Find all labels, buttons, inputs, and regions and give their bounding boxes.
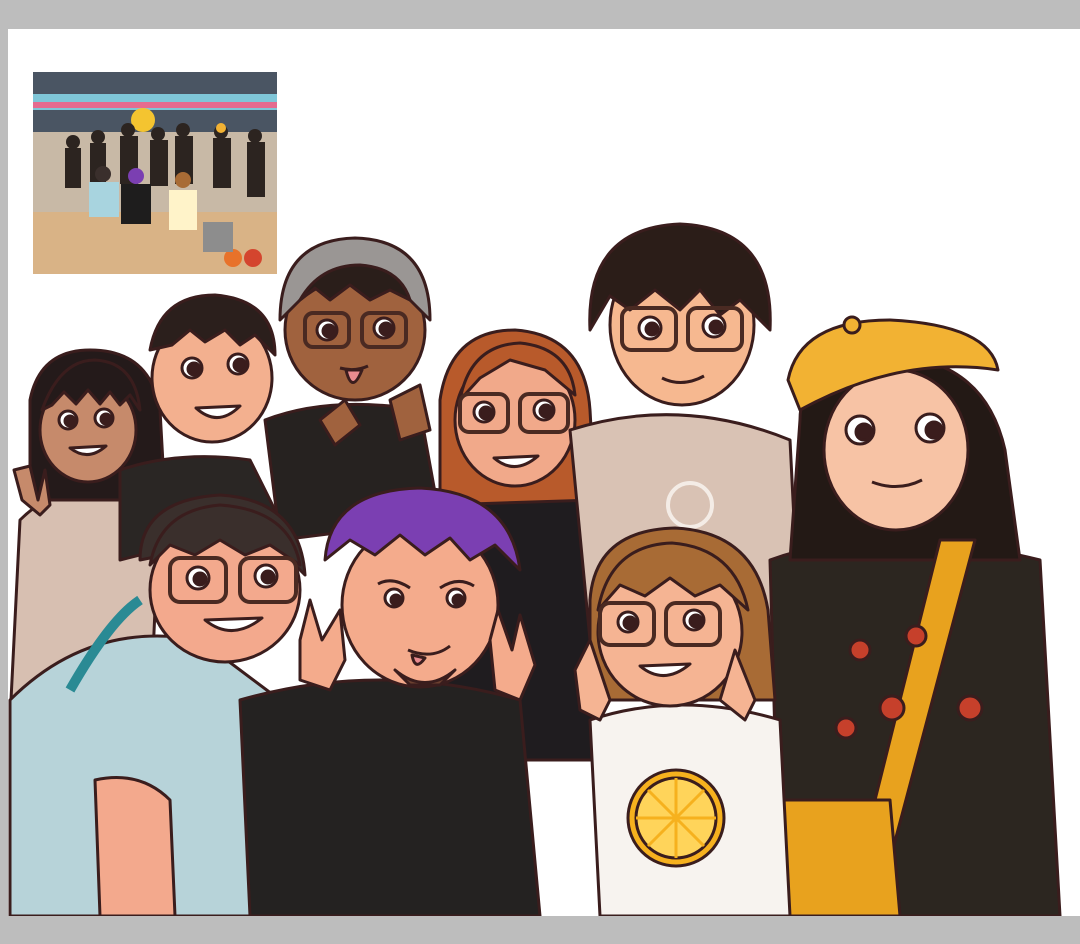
character-beret-girl bbox=[768, 315, 1062, 916]
app-frame bbox=[0, 0, 1080, 944]
reference-photo bbox=[33, 72, 277, 274]
character-lemon-shirt bbox=[573, 526, 792, 916]
